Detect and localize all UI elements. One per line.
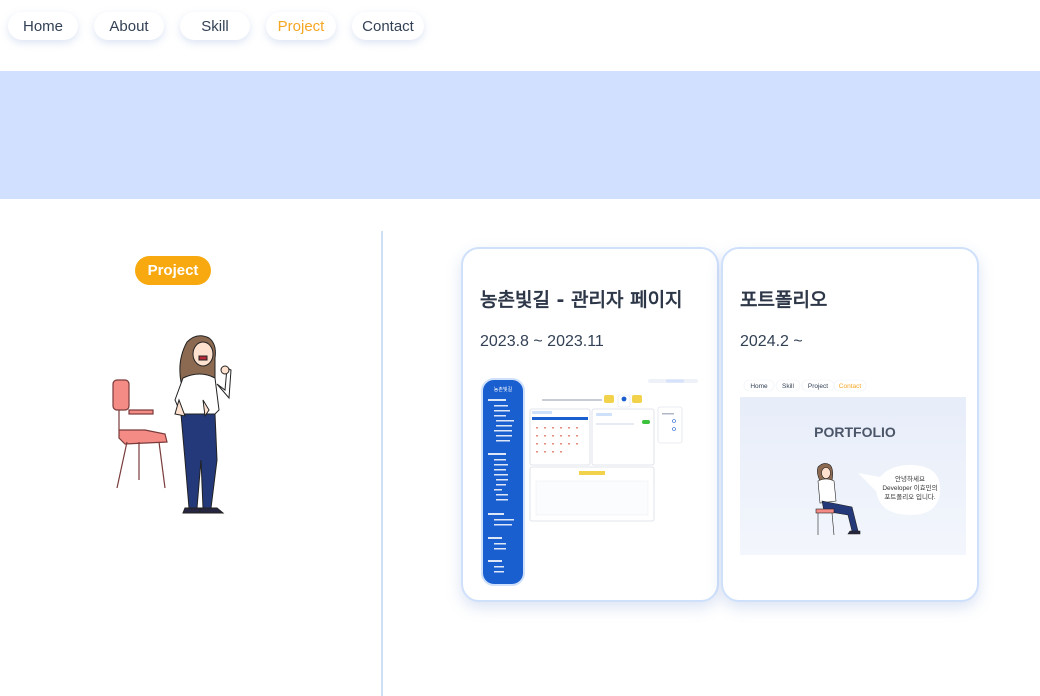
thumb-nav-contact: Contact	[839, 383, 862, 390]
thumb-nav-project: Project	[808, 383, 828, 390]
project-title: 농촌빛길 - 관리자 페이지	[480, 289, 683, 311]
thumb-nav-home: Home	[750, 383, 768, 390]
project-card-portfolio[interactable]: 포트폴리오 2024.2 ~ Home Skill Project Contac…	[721, 247, 979, 602]
thumb-bubble-line-3: 포트폴리오 입니다.	[884, 492, 936, 501]
hero-banner	[0, 71, 1040, 199]
thumb-heading: PORTFOLIO	[814, 424, 896, 440]
admin-sidebar-title: 농촌빛길	[494, 386, 513, 393]
thumb-bubble-line-1: 안녕하세요	[895, 474, 925, 483]
project-title: 포트폴리오	[740, 289, 828, 311]
nav-about[interactable]: About	[94, 12, 164, 40]
project-card-admin[interactable]: 농촌빛길 - 관리자 페이지 2023.8 ~ 2023.11 농촌빛길	[461, 247, 719, 602]
nav-contact[interactable]: Contact	[352, 12, 424, 40]
admin-page-thumbnail: 농촌빛길	[481, 378, 698, 586]
thumb-bubble-line-2: Developer 이효민의	[882, 483, 937, 492]
nav-skill[interactable]: Skill	[180, 12, 250, 40]
portfolio-thumbnail: Home Skill Project Contact PORTFOLIO 안녕하…	[740, 377, 966, 555]
vertical-divider	[381, 231, 383, 696]
section-badge: Project	[135, 256, 211, 285]
woman-with-chair-illustration	[112, 335, 232, 514]
top-nav: Home About Skill Project Contact	[0, 0, 1040, 71]
nav-home[interactable]: Home	[8, 12, 78, 40]
project-date: 2024.2 ~	[740, 333, 803, 350]
thumb-nav-skill: Skill	[782, 383, 794, 390]
project-date: 2023.8 ~ 2023.11	[480, 333, 604, 350]
nav-project[interactable]: Project	[266, 12, 336, 40]
